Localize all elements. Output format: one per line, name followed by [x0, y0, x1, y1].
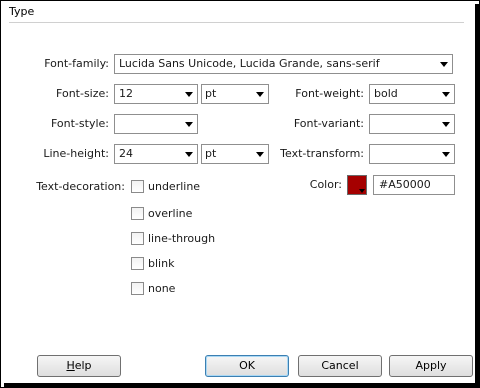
font-weight-value: bold [374, 87, 398, 100]
chevron-down-icon [185, 122, 193, 127]
color-label: Color: [309, 178, 342, 191]
chevron-down-icon [185, 152, 193, 157]
help-button-label: elp [74, 359, 92, 372]
color-picker-button[interactable] [347, 175, 367, 195]
line-height-unit-select[interactable]: pt [201, 144, 269, 164]
section-title: Type [9, 5, 35, 18]
font-size-combo[interactable]: 12 [114, 84, 198, 104]
font-size-label: Font-size: [56, 87, 109, 100]
help-button-mnemonic: H [66, 359, 75, 372]
chevron-down-icon [442, 92, 450, 97]
none-checkbox[interactable] [131, 282, 144, 295]
chevron-down-icon [442, 152, 450, 157]
font-weight-label: Font-weight: [295, 87, 364, 100]
font-family-label: Font-family: [44, 57, 109, 70]
section-divider [9, 22, 464, 23]
font-variant-select[interactable] [369, 114, 455, 134]
line-through-checkbox-label[interactable]: line-through [148, 232, 215, 245]
chevron-down-icon [256, 152, 264, 157]
color-picker-arrow-icon [359, 189, 365, 193]
apply-button[interactable]: Apply [389, 355, 473, 377]
line-height-combo[interactable]: 24 [114, 144, 198, 164]
cancel-button[interactable]: Cancel [298, 355, 382, 377]
font-style-select[interactable] [114, 114, 198, 134]
text-decoration-label: Text-decoration: [36, 180, 125, 193]
font-variant-label: Font-variant: [293, 117, 364, 130]
line-height-unit-value: pt [205, 147, 217, 160]
color-hex-input[interactable]: #A50000 [373, 175, 455, 195]
font-family-select[interactable]: Lucida Sans Unicode, Lucida Grande, sans… [114, 54, 453, 74]
none-checkbox-label[interactable]: none [148, 282, 175, 295]
font-size-value: 12 [119, 87, 133, 100]
underline-checkbox-label[interactable]: underline [148, 180, 200, 193]
chevron-down-icon [256, 92, 264, 97]
blink-checkbox[interactable] [131, 257, 144, 270]
line-through-checkbox[interactable] [131, 232, 144, 245]
font-size-unit-select[interactable]: pt [201, 84, 269, 104]
font-style-label: Font-style: [50, 117, 109, 130]
font-size-unit-value: pt [205, 87, 217, 100]
dialog-shadow-bottom [4, 383, 480, 388]
font-weight-select[interactable]: bold [369, 84, 455, 104]
ok-button[interactable]: OK [205, 355, 289, 377]
font-family-value: Lucida Sans Unicode, Lucida Grande, sans… [119, 57, 380, 70]
dialog-shadow-right [475, 4, 480, 388]
chevron-down-icon [440, 62, 448, 67]
text-transform-select[interactable] [369, 144, 455, 164]
line-height-value: 24 [119, 147, 133, 160]
line-height-label: Line-height: [43, 147, 109, 160]
overline-checkbox-label[interactable]: overline [148, 207, 192, 220]
text-transform-label: Text-transform: [280, 147, 364, 160]
underline-checkbox[interactable] [131, 180, 144, 193]
help-button[interactable]: Help [37, 355, 121, 377]
chevron-down-icon [185, 92, 193, 97]
overline-checkbox[interactable] [131, 207, 144, 220]
blink-checkbox-label[interactable]: blink [148, 257, 174, 270]
chevron-down-icon [442, 122, 450, 127]
